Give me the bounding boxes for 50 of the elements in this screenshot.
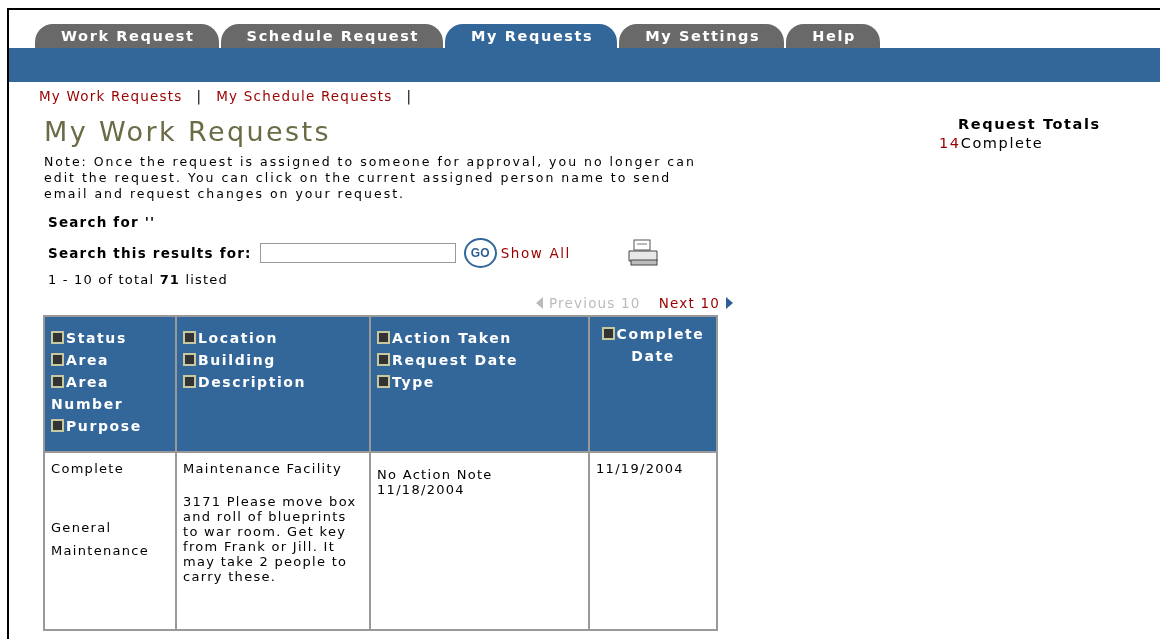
- sort-icon[interactable]: [377, 353, 390, 366]
- nav-tab[interactable]: Work Request: [35, 24, 219, 48]
- pager-link[interactable]: Next 10: [658, 295, 720, 311]
- cell-text: General Maintenance: [51, 519, 151, 560]
- sub-nav-link[interactable]: My Work Requests: [39, 88, 183, 104]
- cell-text: No Action Note 11/18/2004: [377, 467, 494, 497]
- total-count: 14: [939, 135, 961, 151]
- right-arrow-icon[interactable]: [726, 297, 733, 309]
- link-separator: |: [406, 88, 413, 104]
- search-field[interactable]: [259, 243, 456, 263]
- sort-field-button[interactable]: Area: [51, 349, 169, 371]
- sort-field-button[interactable]: Action Taken: [377, 327, 582, 349]
- sort-icon[interactable]: [51, 331, 64, 344]
- totals-title: Request Totals: [958, 116, 1101, 132]
- cell-text: Maintenance Facility: [183, 461, 343, 476]
- sort-field-button[interactable]: Area Number: [51, 371, 169, 415]
- nav-tab[interactable]: Schedule Request: [220, 24, 444, 48]
- sort-field-button[interactable]: Type: [377, 371, 582, 393]
- sort-icon[interactable]: [51, 375, 64, 388]
- sort-icon[interactable]: [183, 353, 196, 366]
- sort-field-button[interactable]: Complete Date: [596, 323, 710, 367]
- sort-icon[interactable]: [601, 327, 615, 340]
- cell-text: 3171 Please move box and roll of blueprints to war room. Get key from Frank or Jill. It may take 2 people to carry these.: [183, 494, 358, 584]
- nav-tab[interactable]: My Requests: [445, 24, 618, 48]
- sort-field-button[interactable]: Status: [51, 327, 169, 349]
- nav-tab[interactable]: Help: [786, 24, 881, 48]
- sort-field-button[interactable]: Purpose: [51, 415, 169, 437]
- page-title: My Work Requests: [44, 116, 332, 148]
- sort-field-button[interactable]: Location: [183, 327, 363, 349]
- total-label: Complete: [960, 135, 1044, 151]
- sort-icon[interactable]: [377, 331, 390, 344]
- sort-icon[interactable]: [51, 419, 64, 432]
- sub-nav-link[interactable]: My Schedule Requests: [216, 88, 393, 104]
- sort-icon[interactable]: [51, 353, 64, 366]
- note-text: Note: Once the request is assigned to someone for approval, you no longer can edit the request. You can click on the current assigned person name to send email and request changes on your request.: [44, 154, 697, 202]
- sort-icon[interactable]: [183, 375, 196, 388]
- sort-field-button[interactable]: Request Date: [377, 349, 582, 371]
- link-separator: |: [196, 88, 203, 104]
- sort-field-button[interactable]: Description: [183, 371, 363, 393]
- go-button[interactable]: GO: [463, 238, 497, 268]
- cell-text: 11/19/2004: [596, 461, 685, 476]
- search-label: Search this results for:: [48, 245, 252, 261]
- show-all-link[interactable]: Show All: [500, 245, 571, 261]
- sort-icon[interactable]: [183, 331, 196, 344]
- sort-icon[interactable]: [377, 375, 390, 388]
- sort-field-button[interactable]: Building: [183, 349, 363, 371]
- nav-tab[interactable]: My Settings: [619, 24, 785, 48]
- cell-text: Complete: [51, 461, 126, 476]
- result-count: 1 - 10 of total 71 listed: [48, 272, 229, 287]
- search-for-label: Search for '': [48, 214, 157, 230]
